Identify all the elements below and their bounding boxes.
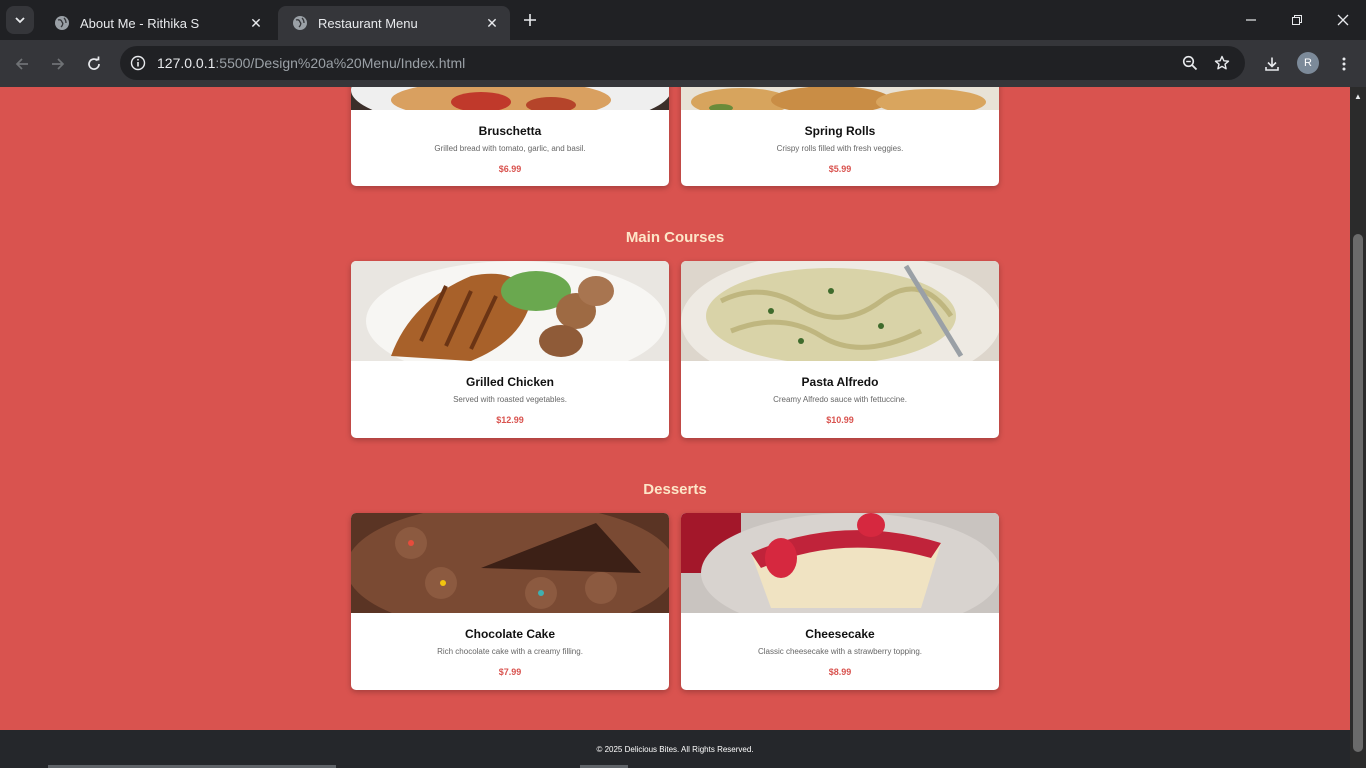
- downloads-button[interactable]: [1258, 50, 1286, 78]
- tab-search-button[interactable]: [6, 6, 34, 34]
- scrollbar-thumb[interactable]: [1353, 234, 1363, 752]
- item-description: Rich chocolate cake with a creamy fillin…: [437, 647, 583, 656]
- globe-icon: [55, 16, 69, 30]
- section-title-main-courses: Main Courses: [625, 229, 725, 246]
- item-description: Classic cheesecake with a strawberry top…: [757, 647, 923, 656]
- plus-icon: [524, 14, 536, 26]
- item-description: Crispy rolls filled with fresh veggies.: [776, 144, 904, 153]
- pasta-alfredo-image: [681, 261, 999, 391]
- item-name: Spring Rolls: [804, 124, 876, 138]
- menu-button[interactable]: [1330, 50, 1358, 78]
- item-price: $5.99: [828, 164, 852, 174]
- tab-restaurant-menu[interactable]: Restaurant Menu ✕: [278, 6, 510, 40]
- close-icon: [1337, 14, 1349, 26]
- item-name: Bruschetta: [478, 124, 542, 138]
- item-name: Grilled Chicken: [465, 375, 555, 389]
- zoom-button[interactable]: [1178, 51, 1202, 75]
- browser-toolbar: 127.0.0.1:5500/Design%20a%20Menu/Index.h…: [0, 40, 1366, 87]
- item-description: Served with roasted vegetables.: [453, 395, 567, 404]
- bookmark-button[interactable]: [1210, 51, 1234, 75]
- url-host: 127.0.0.1: [157, 55, 216, 71]
- menu-card-cheesecake: Cheesecake Classic cheesecake with a str…: [681, 513, 999, 690]
- item-price: $12.99: [496, 415, 524, 425]
- profile-avatar[interactable]: R: [1297, 52, 1319, 74]
- star-icon: [1214, 55, 1230, 70]
- tab-strip: About Me - Rithika S ✕ Restaurant Menu ✕: [0, 0, 1366, 40]
- restore-button[interactable]: [1274, 0, 1320, 40]
- menu-card-spring-rolls: Spring Rolls Crispy rolls filled with fr…: [681, 87, 999, 186]
- item-description: Creamy Alfredo sauce with fettuccine.: [773, 395, 907, 404]
- page-footer: © 2025 Delicious Bites. All Rights Reser…: [0, 730, 1350, 768]
- minimize-button[interactable]: [1228, 0, 1274, 40]
- address-bar[interactable]: 127.0.0.1:5500/Design%20a%20Menu/Index.h…: [120, 46, 1245, 80]
- back-button[interactable]: [8, 50, 36, 78]
- footer-text: © 2025 Delicious Bites. All Rights Reser…: [596, 744, 754, 754]
- back-arrow-icon: [15, 58, 28, 70]
- spring-rolls-image: [681, 87, 999, 116]
- scroll-up-arrow-icon[interactable]: ▲: [1350, 89, 1366, 103]
- item-name: Chocolate Cake: [464, 627, 556, 641]
- new-tab-button[interactable]: [518, 8, 542, 32]
- close-tab-icon[interactable]: ✕: [484, 15, 500, 31]
- page-content: Bruschetta Grilled bread with tomato, ga…: [0, 87, 1350, 768]
- tab-about-me[interactable]: About Me - Rithika S ✕: [40, 6, 274, 40]
- menu-card-chocolate-cake: Chocolate Cake Rich chocolate cake with …: [351, 513, 669, 690]
- more-vert-icon: [1342, 57, 1346, 71]
- forward-button[interactable]: [44, 50, 72, 78]
- zoom-out-icon: [1182, 55, 1198, 71]
- info-icon: [130, 55, 146, 71]
- reload-icon: [88, 56, 100, 70]
- item-description: Grilled bread with tomato, garlic, and b…: [434, 144, 586, 153]
- close-tab-icon[interactable]: ✕: [248, 15, 264, 31]
- item-price: $6.99: [498, 164, 522, 174]
- section-title-desserts: Desserts: [643, 481, 707, 498]
- download-icon: [1265, 57, 1279, 71]
- tab-title: Restaurant Menu: [318, 15, 418, 31]
- site-info-button[interactable]: [126, 51, 150, 75]
- menu-card-pasta-alfredo: Pasta Alfredo Creamy Alfredo sauce with …: [681, 261, 999, 438]
- menu-card-grilled-chicken: Grilled Chicken Served with roasted vege…: [351, 261, 669, 438]
- restore-icon: [1292, 15, 1302, 25]
- forward-arrow-icon: [52, 58, 65, 70]
- item-name: Cheesecake: [805, 627, 875, 641]
- cheesecake-image: [681, 513, 999, 633]
- item-price: $10.99: [826, 415, 854, 425]
- url-text[interactable]: 127.0.0.1:5500/Design%20a%20Menu/Index.h…: [157, 55, 465, 71]
- page-scrollbar[interactable]: ▲: [1350, 87, 1366, 768]
- grilled-chicken-image: [351, 261, 669, 381]
- reload-button[interactable]: [80, 50, 108, 78]
- menu-card-bruschetta: Bruschetta Grilled bread with tomato, ga…: [351, 87, 669, 186]
- url-path: :5500/Design%20a%20Menu/Index.html: [215, 55, 466, 71]
- item-price: $7.99: [498, 667, 522, 677]
- item-price: $8.99: [828, 667, 852, 677]
- minimize-icon: [1246, 19, 1256, 21]
- tab-title: About Me - Rithika S: [80, 15, 200, 31]
- close-window-button[interactable]: [1320, 0, 1366, 40]
- item-name: Pasta Alfredo: [801, 375, 879, 389]
- chevron-down-icon: [15, 17, 25, 24]
- globe-icon: [293, 16, 307, 30]
- bruschetta-image: [351, 87, 669, 130]
- chocolate-cake-image: [351, 513, 669, 633]
